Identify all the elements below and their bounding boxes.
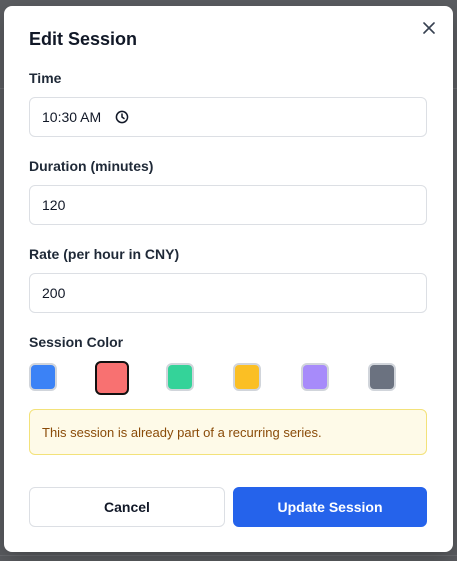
duration-value: 120 [42, 197, 66, 213]
color-swatch-purple[interactable] [301, 363, 329, 391]
session-color-label: Session Color [29, 334, 124, 350]
color-swatch-yellow[interactable] [233, 363, 261, 391]
time-input[interactable]: 10:30 AM [29, 97, 427, 137]
close-button[interactable] [419, 20, 439, 40]
rate-value: 200 [42, 285, 66, 301]
update-session-button[interactable]: Update Session [233, 487, 427, 527]
duration-input[interactable]: 120 [29, 185, 427, 225]
color-swatch-group [29, 361, 429, 395]
time-value: 10:30 AM [42, 109, 102, 125]
time-label: Time [29, 70, 62, 86]
dialog-title: Edit Session [29, 29, 138, 49]
clock-icon[interactable] [115, 110, 129, 124]
rate-label: Rate (per hour in CNY) [29, 246, 180, 262]
cancel-button[interactable]: Cancel [29, 487, 225, 527]
close-icon [423, 21, 435, 39]
color-swatch-red[interactable] [95, 361, 129, 395]
color-swatch-blue[interactable] [29, 363, 57, 391]
duration-label: Duration (minutes) [29, 158, 154, 174]
color-swatch-green[interactable] [166, 363, 194, 391]
color-swatch-gray[interactable] [368, 363, 396, 391]
recurring-notice: This session is already part of a recurr… [29, 409, 427, 455]
recurring-notice-text: This session is already part of a recurr… [42, 424, 322, 440]
rate-input[interactable]: 200 [29, 273, 427, 313]
backdrop-divider [0, 555, 457, 556]
edit-session-dialog: Edit Session Time 10:30 AM Duration (min… [4, 6, 453, 552]
